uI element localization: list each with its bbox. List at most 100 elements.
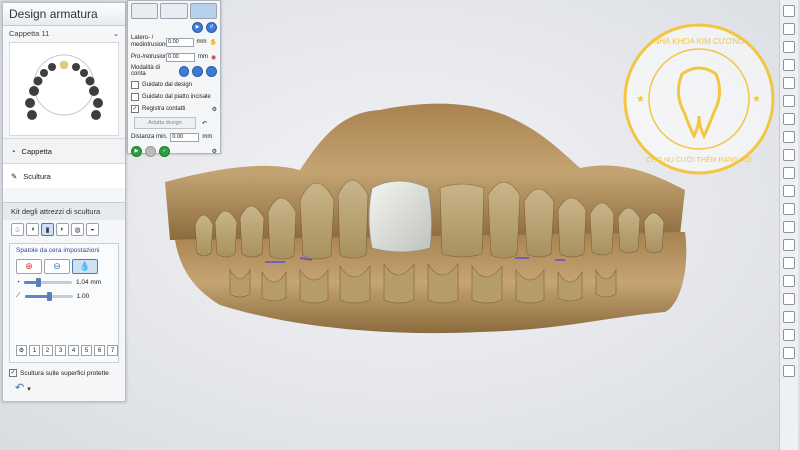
strength-slider-fill bbox=[24, 294, 49, 298]
min-distance-input[interactable]: 0.00 bbox=[170, 132, 200, 142]
check3-box[interactable]: ✓ bbox=[131, 105, 139, 113]
brush-tool-icon[interactable]: ♤ bbox=[11, 223, 24, 236]
strength-slider-row: ⟋ 1.00 bbox=[10, 289, 118, 303]
check1-row[interactable]: Guidato dal design bbox=[128, 79, 220, 91]
size-slider-thumb[interactable] bbox=[36, 278, 42, 287]
add-material-button[interactable]: ⊕ bbox=[16, 259, 42, 274]
bridge-icon[interactable] bbox=[783, 203, 795, 215]
contact-mode-3-icon[interactable] bbox=[206, 65, 217, 77]
preset-6[interactable]: 6 bbox=[94, 345, 105, 356]
chevron-down-tool-icon[interactable] bbox=[783, 293, 795, 305]
measure-icon[interactable] bbox=[783, 167, 795, 179]
check1-label: Guidato dal design bbox=[142, 82, 193, 88]
remove-material-button[interactable]: ⊖ bbox=[44, 259, 70, 274]
latero-input[interactable]: 0.00 bbox=[166, 37, 194, 47]
preset-1[interactable]: 1 bbox=[29, 345, 40, 356]
check3-row[interactable]: ✓ Registra contatti ⚙ bbox=[128, 103, 220, 115]
contact-mode-2-icon[interactable] bbox=[192, 65, 204, 77]
tab-static-icon[interactable] bbox=[131, 3, 159, 19]
size-slider[interactable] bbox=[23, 278, 72, 287]
protected-surfaces-checkbox[interactable]: ✓ bbox=[9, 369, 17, 377]
confirm-icon[interactable]: ✓ bbox=[159, 145, 170, 157]
undo-icon[interactable]: ↶ bbox=[15, 382, 24, 394]
preset-settings-icon[interactable]: ⚙ bbox=[16, 345, 27, 356]
tab-articulator-icon[interactable] bbox=[189, 3, 217, 19]
latero-row: Latero- / mediotrusione 0.00 mm ✋ bbox=[128, 33, 220, 51]
gear-icon[interactable]: ⚙ bbox=[212, 106, 217, 113]
preset-3[interactable]: 3 bbox=[55, 345, 66, 356]
smooth-material-button[interactable]: 💧 bbox=[72, 259, 98, 274]
view-back-icon[interactable] bbox=[783, 23, 795, 35]
user-icon[interactable] bbox=[783, 311, 795, 323]
strength-slider-thumb[interactable] bbox=[46, 291, 52, 301]
stats-icon[interactable] bbox=[783, 347, 795, 359]
preset-buttons: ⚙ 1 2 3 4 5 6 7 bbox=[16, 345, 118, 356]
pro-input[interactable]: 0.00 bbox=[166, 52, 195, 62]
design-panel: Design armatura Cappetta 11 ⌄ ◔ Cappetta… bbox=[2, 2, 126, 402]
section-cappetta-label: Cappetta bbox=[21, 146, 52, 156]
preset-2[interactable]: 2 bbox=[42, 345, 53, 356]
jaw-map-icon bbox=[25, 54, 103, 120]
warning-icon[interactable] bbox=[783, 239, 795, 251]
check1-box[interactable] bbox=[131, 81, 139, 89]
anatomic-tool-icon[interactable]: ◐ bbox=[56, 223, 69, 236]
wax-settings-box: Spatole da cera impostazioni ⊕ ⊖ 💧 ◔ 1.0… bbox=[9, 243, 119, 363]
toolkit-title: Kit degli attrezzi di scultura bbox=[3, 203, 125, 220]
latero-label: Latero- / mediotrusione bbox=[131, 35, 169, 48]
section-scultura[interactable]: ✎ Scultura bbox=[3, 163, 125, 188]
wax-knife-tool-icon[interactable]: ▮ bbox=[41, 223, 54, 236]
cap-icon[interactable] bbox=[783, 41, 795, 53]
tooth-icon: ◔ bbox=[11, 146, 16, 156]
size-value: 1.04 mm bbox=[75, 279, 102, 286]
logo-star-right: ★ bbox=[752, 94, 761, 105]
transparency-icon[interactable] bbox=[783, 77, 795, 89]
section-cappetta[interactable]: ◔ Cappetta bbox=[3, 138, 125, 163]
jaw-overview[interactable] bbox=[9, 42, 119, 136]
pause-icon[interactable] bbox=[145, 145, 156, 157]
contact-mode-1-icon[interactable] bbox=[178, 65, 190, 77]
upload-icon[interactable] bbox=[783, 329, 795, 341]
connector-icon[interactable] bbox=[783, 257, 795, 269]
smooth-tool-icon[interactable]: ◑ bbox=[26, 223, 39, 236]
sculpt-icon: ✎ bbox=[11, 171, 18, 181]
shape-tool-icon[interactable]: ◍ bbox=[71, 223, 84, 236]
apply-icon[interactable]: ▶ bbox=[131, 145, 142, 157]
undo-dropdown-icon[interactable]: ▾ bbox=[27, 386, 31, 393]
tooth-selector[interactable]: Cappetta 11 ⌄ bbox=[3, 26, 125, 40]
wax-mode-buttons: ⊕ ⊖ 💧 bbox=[10, 257, 118, 276]
section-icon[interactable] bbox=[783, 185, 795, 197]
preset-5[interactable]: 5 bbox=[81, 345, 92, 356]
layers-icon[interactable] bbox=[783, 59, 795, 71]
protected-surfaces-row[interactable]: ✓ Scultura sulle superfici protette bbox=[3, 367, 125, 379]
hand-icon[interactable]: ✋ bbox=[210, 39, 217, 46]
morph-tool-icon[interactable]: ◒ bbox=[86, 223, 99, 236]
adapt-design-button[interactable]: Adatta design bbox=[134, 117, 196, 129]
preset-4[interactable]: 4 bbox=[68, 345, 79, 356]
right-toolbar bbox=[779, 0, 798, 450]
tooth-view-icon[interactable] bbox=[783, 131, 795, 143]
check2-row[interactable]: Guidato dal piatto incisale bbox=[128, 91, 220, 103]
model-icon[interactable] bbox=[783, 95, 795, 107]
check2-box[interactable] bbox=[131, 93, 139, 101]
play-icon[interactable]: ▶ bbox=[192, 21, 203, 33]
record-icon[interactable] bbox=[783, 275, 795, 287]
undo-small-icon[interactable]: ↶ bbox=[202, 120, 207, 127]
preset-7[interactable]: 7 bbox=[107, 345, 118, 356]
teeth-icon[interactable] bbox=[783, 149, 795, 161]
chevron-down-icon[interactable]: ⌄ bbox=[113, 29, 119, 38]
latero-unit: mm bbox=[196, 39, 207, 45]
settings-icon[interactable] bbox=[783, 365, 795, 377]
drop-icon: 💧 bbox=[79, 261, 91, 271]
jaw-icon[interactable] bbox=[783, 113, 795, 125]
reset-icon[interactable]: ↺ bbox=[206, 21, 217, 33]
tab-dynamic-icon[interactable] bbox=[160, 3, 188, 19]
view-front-icon[interactable] bbox=[783, 5, 795, 17]
size-slider-row: ◔ 1.04 mm bbox=[10, 276, 118, 289]
check3-label: Registra contatti bbox=[142, 106, 186, 112]
grid-icon[interactable] bbox=[783, 221, 795, 233]
pro-row: Pro-/retrusion 0.00 mm ◉ bbox=[128, 51, 220, 63]
strength-icon: ⟋ bbox=[16, 292, 21, 299]
mouth-icon[interactable]: ◉ bbox=[211, 54, 216, 61]
settings-small-icon[interactable]: ⚙ bbox=[212, 148, 217, 155]
strength-slider[interactable] bbox=[24, 291, 73, 301]
